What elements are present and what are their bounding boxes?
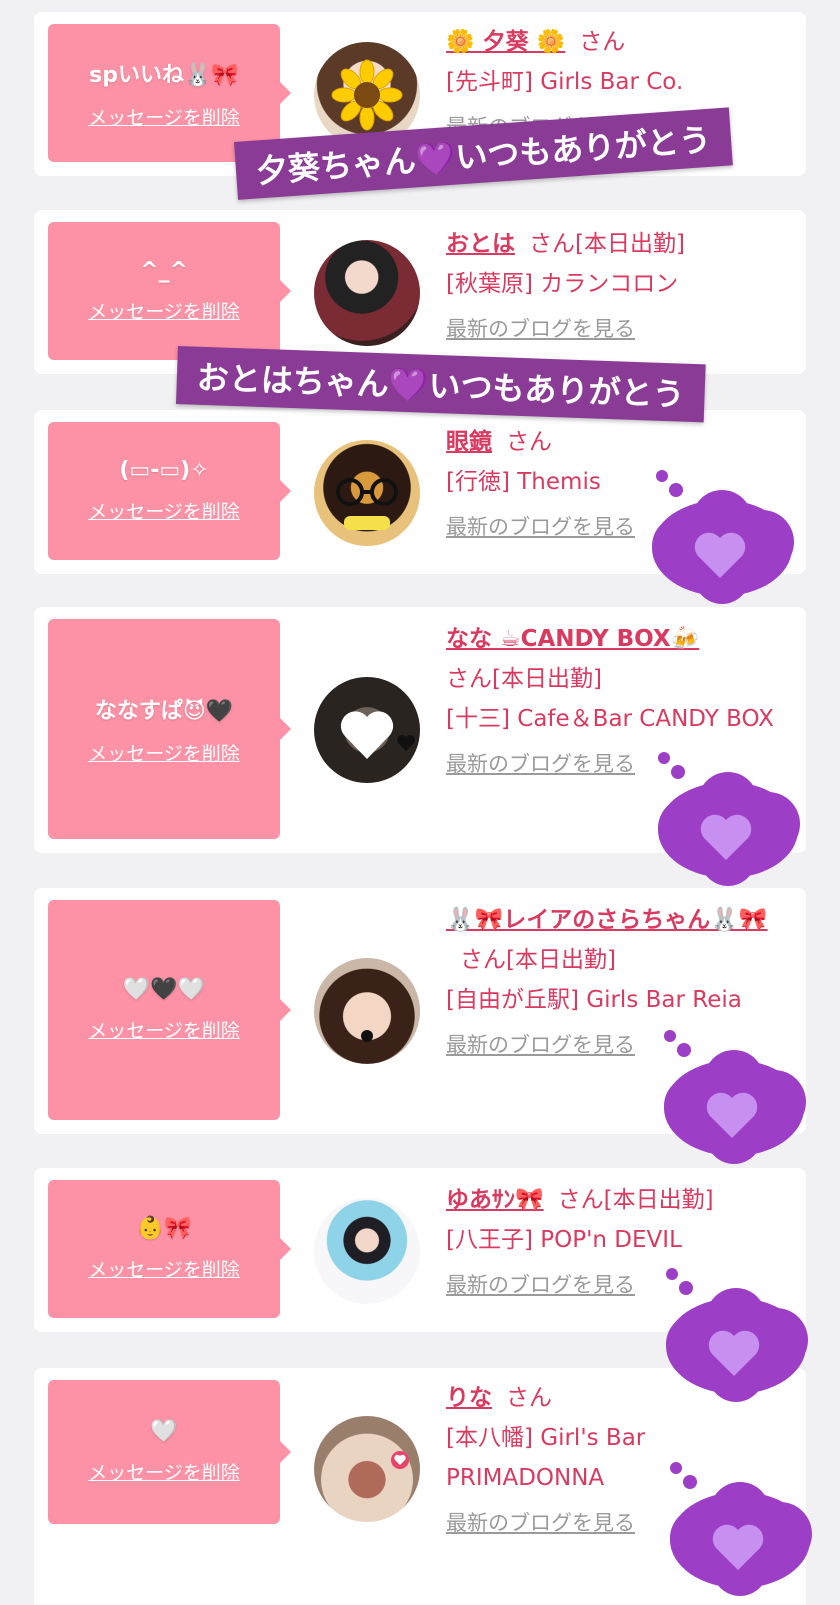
work-status: [本日出勤] [603,1187,714,1213]
message-bubble: 🤍🖤🤍 メッセージを削除 [48,900,291,1120]
avatar[interactable] [314,240,420,346]
cast-name-link[interactable]: おとは [446,231,515,257]
work-status: [本日出勤] [575,231,685,257]
thought-cloud-heart-icon [652,470,794,604]
delete-message-link[interactable]: メッセージを削除 [88,739,240,766]
message-bubble: ^_^ メッセージを削除 [48,222,291,360]
message-text: spいいね🐰🎀 [89,62,239,88]
avatar[interactable] [314,1198,420,1304]
delete-message-link[interactable]: メッセージを削除 [88,103,240,130]
message-bubble: ななすぱ😈🖤 メッセージを削除 [48,619,291,839]
message-text: 👶🎀 [136,1216,192,1241]
cast-name-link[interactable]: なな ☕CANDY BOX🍻 [446,626,699,652]
honorific: さん [460,947,506,973]
message-text: 🤍 [150,1419,178,1444]
honorific: さん [529,231,575,257]
cast-name-link[interactable]: 眼鏡 [446,429,492,455]
delete-message-link[interactable]: メッセージを削除 [88,1016,240,1043]
bar-interior-photo-icon [391,1451,409,1469]
message-bubble: 👶🎀 メッセージを削除 [48,1180,291,1318]
portrait-photo-icon [314,240,420,346]
thought-cloud-heart-icon [666,1268,808,1402]
cast-name-link[interactable]: ゆあｻﾝ🎀 [446,1187,544,1213]
avatar[interactable] [314,958,420,1064]
work-status: [本日出勤] [492,666,602,692]
shop-name: [十三] Cafe＆Bar CANDY BOX [446,706,774,732]
cast-name-link[interactable]: りな [446,1385,492,1411]
honorific: さん [506,1385,552,1411]
costume-photo-icon [314,1198,420,1304]
avatar[interactable] [314,440,420,546]
work-status: [本日出勤] [506,947,616,973]
delete-message-link[interactable]: メッセージを削除 [88,1458,240,1485]
shop-name: [八王子] POP'n DEVIL [446,1227,682,1253]
delete-message-link[interactable]: メッセージを削除 [88,297,240,324]
message-text: (▭-▭)✧ [119,458,209,483]
honorific: さん [446,666,492,692]
shop-name: [自由が丘駅] Girls Bar Reia [446,987,742,1013]
honorific: さん [506,429,552,455]
message-bubble: 🤍 メッセージを削除 [48,1380,291,1524]
cast-info: おとは さん[本日出勤] [秋葉原] カランコロン 最新のブログを見る [446,224,796,348]
honorific: さん [579,29,626,55]
thought-cloud-heart-icon [658,752,800,886]
thought-cloud-heart-icon [670,1462,812,1596]
honorific: さん [557,1187,604,1213]
message-text: ななすぱ😈🖤 [94,698,234,724]
message-bubble: (▭-▭)✧ メッセージを削除 [48,422,291,560]
message-text: ^_^ [140,258,188,283]
list-item: ^_^ メッセージを削除 おとは さん[本日出勤] [秋葉原] カランコロン 最新… [34,210,806,374]
white-heart-sticker-icon [340,711,415,759]
thought-cloud-heart-icon [664,1030,806,1164]
avatar[interactable] [314,677,420,783]
cast-name-link[interactable]: 🐰🎀レイアのさらちゃん🐰🎀 [446,907,768,933]
delete-message-link[interactable]: メッセージを削除 [88,1255,240,1282]
avatar[interactable] [314,1416,420,1522]
portrait-photo-icon [361,1030,373,1042]
delete-message-link[interactable]: メッセージを削除 [88,497,240,524]
blog-link[interactable]: 最新のブログを見る [446,310,796,348]
message-text: 🤍🖤🤍 [122,977,206,1002]
shop-name: [秋葉原] カランコロン [446,271,679,297]
shop-name: [先斗町] Girls Bar Co. [446,69,684,95]
cast-name-link[interactable]: 🌼 夕葵 🌼 [446,29,565,55]
glasses-photo-icon [336,478,398,530]
